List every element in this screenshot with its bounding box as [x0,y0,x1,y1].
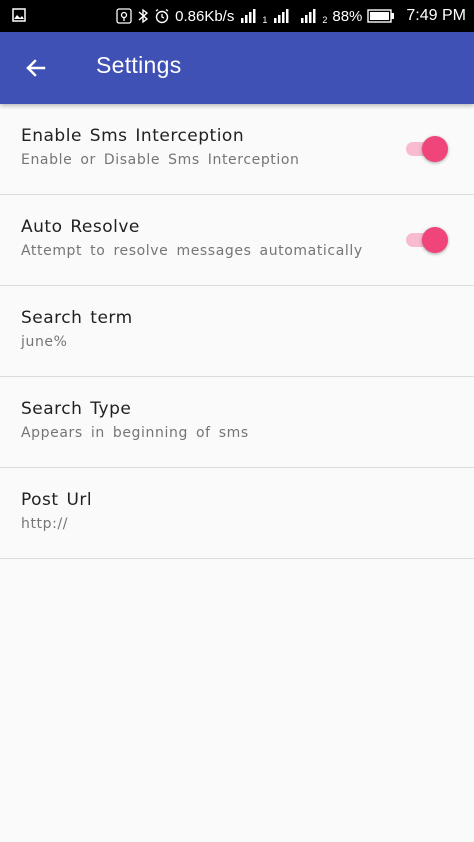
settings-list: Enable Sms Interception Enable or Disabl… [0,104,474,559]
page-title: Settings [96,52,182,78]
signal-icon [272,8,294,24]
clock: 7:49 PM [406,7,466,24]
pref-title: Search Type [21,399,132,419]
pref-search-type[interactable]: Search Type Appears in beginning of sms [0,377,474,468]
pref-search-term[interactable]: Search term june% [0,286,474,377]
alarm-icon [154,8,170,24]
signal-icon [299,8,321,24]
pref-summary: Appears in beginning of sms [21,425,249,441]
pref-post-url[interactable]: Post Url http:// [0,468,474,559]
network-speed: 0.86Kb/s [175,7,235,25]
location-icon [116,8,132,24]
switch-thumb [422,227,448,253]
switch-thumb [422,136,448,162]
sms-interception-switch[interactable] [406,136,448,162]
pref-summary: http:// [21,516,69,532]
image-icon [12,8,26,27]
arrow-back-icon [26,59,46,77]
signal-icon [239,8,261,24]
pref-title: Auto Resolve [21,217,140,237]
battery-percent: 88% [332,7,363,25]
pref-title: Search term [21,308,133,328]
status-bar: 0.86Kb/s 1 2 88% 7:49 PM [0,0,474,32]
pref-enable-sms-interception[interactable]: Enable Sms Interception Enable or Disabl… [0,104,474,195]
sim1-label: 1 [262,15,268,25]
pref-title: Enable Sms Interception [21,126,245,146]
battery-icon [367,9,395,23]
pref-auto-resolve[interactable]: Auto Resolve Attempt to resolve messages… [0,195,474,286]
bluetooth-icon [137,8,149,24]
pref-title: Post Url [21,490,93,510]
pref-summary: june% [21,334,68,350]
back-button[interactable] [18,50,54,86]
pref-summary: Attempt to resolve messages automaticall… [21,243,363,259]
app-bar: Settings [0,32,474,104]
sim2-label: 2 [322,15,328,25]
auto-resolve-switch[interactable] [406,227,448,253]
pref-summary: Enable or Disable Sms Interception [21,152,300,168]
